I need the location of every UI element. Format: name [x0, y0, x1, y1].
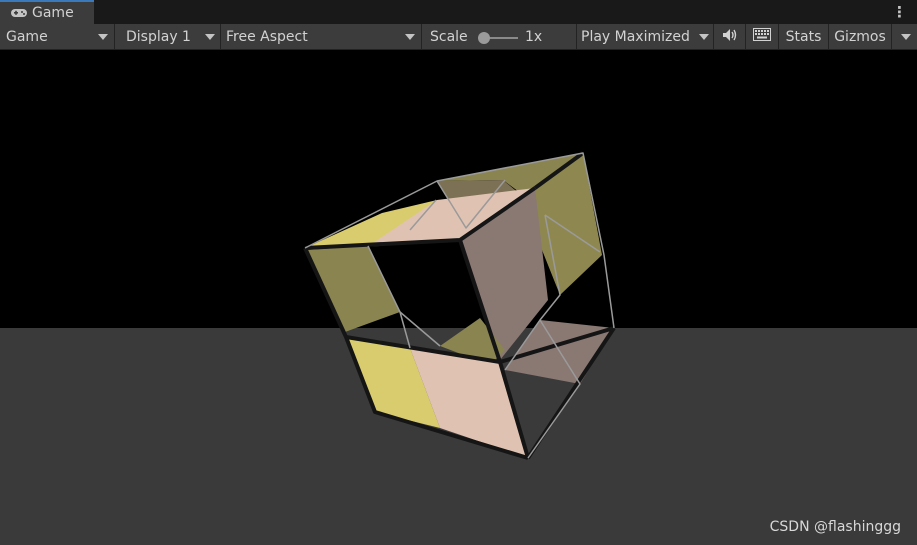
cube-wire-inner-2 [399, 311, 441, 347]
gizmos-label: Gizmos [834, 28, 886, 45]
chevron-down-icon [901, 34, 911, 40]
gizmos-dropdown[interactable] [892, 24, 917, 49]
aspect-label: Free Aspect [226, 28, 308, 45]
play-mode-label: Play Maximized [581, 28, 690, 45]
hollow-cube-model [303, 151, 616, 460]
game-viewport[interactable]: CSDN @flashinggg [0, 50, 917, 545]
watermark: CSDN @flashinggg [769, 519, 901, 535]
aspect-dropdown[interactable]: Free Aspect [221, 24, 422, 49]
tab-title: Game [32, 5, 74, 21]
chevron-down-icon [98, 34, 108, 40]
mute-audio-button[interactable] [714, 24, 746, 49]
keyboard-icon [753, 28, 771, 45]
scale-label: Scale [430, 28, 468, 45]
stats-button[interactable]: Stats [779, 24, 829, 49]
shortcuts-button[interactable] [746, 24, 779, 49]
display-dropdown[interactable]: Display 1 [115, 24, 221, 49]
cube-left-upper-face [305, 246, 400, 332]
kebab-menu-icon[interactable]: ⋮ [892, 3, 907, 21]
gizmos-button[interactable]: Gizmos [829, 24, 892, 49]
game-toolbar: Game Display 1 Free Aspect Scale 1x Play… [0, 24, 917, 50]
speaker-icon [722, 28, 738, 46]
tab-bar: Game ⋮ [0, 0, 917, 24]
view-mode-label: Game [6, 28, 48, 45]
scale-value: 1x [525, 28, 543, 45]
gamepad-icon [10, 4, 28, 23]
display-label: Display 1 [126, 28, 191, 45]
chevron-down-icon [205, 34, 215, 40]
view-mode-dropdown[interactable]: Game [0, 24, 115, 49]
play-mode-dropdown[interactable]: Play Maximized [577, 24, 714, 49]
tab-game[interactable]: Game [0, 0, 94, 24]
chevron-down-icon [699, 34, 709, 40]
chevron-down-icon [405, 34, 415, 40]
stats-label: Stats [785, 28, 822, 45]
scale-slider-handle[interactable] [478, 32, 490, 44]
